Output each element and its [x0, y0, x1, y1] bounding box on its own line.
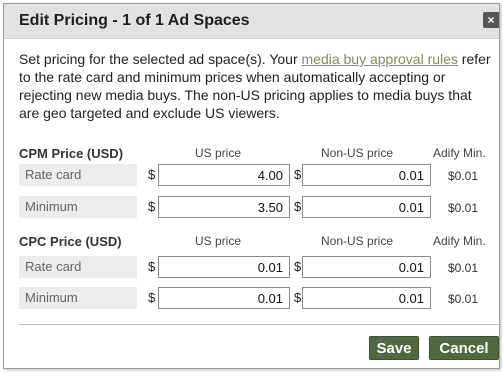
cpm-minimum-label: Minimum — [19, 196, 137, 218]
currency-symbol: $ — [148, 199, 156, 214]
currency-symbol: $ — [148, 290, 156, 305]
cancel-button[interactable]: Cancel — [429, 336, 499, 360]
cpc-rate-card-label: Rate card — [19, 256, 137, 278]
cpm-header-row: CPM Price (USD) US price Non-US price Ad… — [19, 143, 499, 165]
cpm-minimum-adify-min: $0.01 — [448, 201, 479, 215]
currency-symbol: $ — [148, 259, 156, 274]
currency-symbol: $ — [294, 199, 302, 214]
cpc-minimum-label: Minimum — [19, 287, 137, 309]
cpm-rate-card-adify-min: $0.01 — [448, 169, 479, 183]
dialog-title: Edit Pricing - 1 of 1 Ad Spaces — [19, 12, 250, 29]
cpc-rate-card-nonus-input[interactable] — [302, 256, 431, 278]
currency-symbol: $ — [294, 290, 302, 305]
cpc-minimum-row: Minimum $ $ $0.01 — [19, 287, 499, 309]
cpm-rate-card-nonus-input[interactable] — [302, 164, 431, 186]
cpm-rate-card-us-input[interactable] — [158, 164, 290, 186]
cpc-rate-card-adify-min: $0.01 — [448, 261, 479, 275]
cpc-nonus-price-header: Non-US price — [321, 234, 394, 248]
cpc-minimum-adify-min: $0.01 — [448, 292, 479, 306]
cpc-us-price-header: US price — [195, 234, 242, 248]
cpc-adify-min-header: Adify Min. — [433, 234, 486, 248]
cpm-minimum-us-input[interactable] — [158, 196, 290, 218]
save-button[interactable]: Save — [369, 336, 419, 360]
media-buy-approval-rules-link[interactable]: media buy approval rules — [302, 51, 458, 67]
cpm-rate-card-label: Rate card — [19, 164, 137, 186]
close-icon[interactable]: × — [483, 12, 499, 28]
cpm-section-label: CPM Price (USD) — [19, 146, 124, 161]
cpm-minimum-row: Minimum $ $ $0.01 — [19, 196, 499, 218]
cpc-rate-card-row: Rate card $ $ $0.01 — [19, 256, 499, 278]
cpc-rate-card-us-input[interactable] — [158, 256, 290, 278]
cpc-minimum-us-input[interactable] — [158, 287, 290, 309]
dialog-titlebar: Edit Pricing - 1 of 1 Ad Spaces × — [4, 4, 499, 39]
currency-symbol: $ — [294, 167, 302, 182]
cpc-header-row: CPC Price (USD) US price Non-US price Ad… — [19, 231, 499, 253]
cpm-adify-min-header: Adify Min. — [433, 146, 486, 160]
cpc-section-label: CPC Price (USD) — [19, 234, 122, 249]
cpm-nonus-price-header: Non-US price — [321, 146, 394, 160]
cpc-minimum-nonus-input[interactable] — [302, 287, 431, 309]
description-text-1: Set pricing for the selected ad space(s)… — [19, 51, 302, 67]
pricing-description: Set pricing for the selected ad space(s)… — [19, 50, 491, 122]
footer-divider — [19, 324, 502, 325]
currency-symbol: $ — [148, 167, 156, 182]
cpm-minimum-nonus-input[interactable] — [302, 196, 431, 218]
cpm-us-price-header: US price — [195, 146, 242, 160]
cpm-rate-card-row: Rate card $ $ $0.01 — [19, 164, 499, 186]
currency-symbol: $ — [294, 259, 302, 274]
edit-pricing-dialog: Edit Pricing - 1 of 1 Ad Spaces × Set pr… — [3, 3, 502, 369]
